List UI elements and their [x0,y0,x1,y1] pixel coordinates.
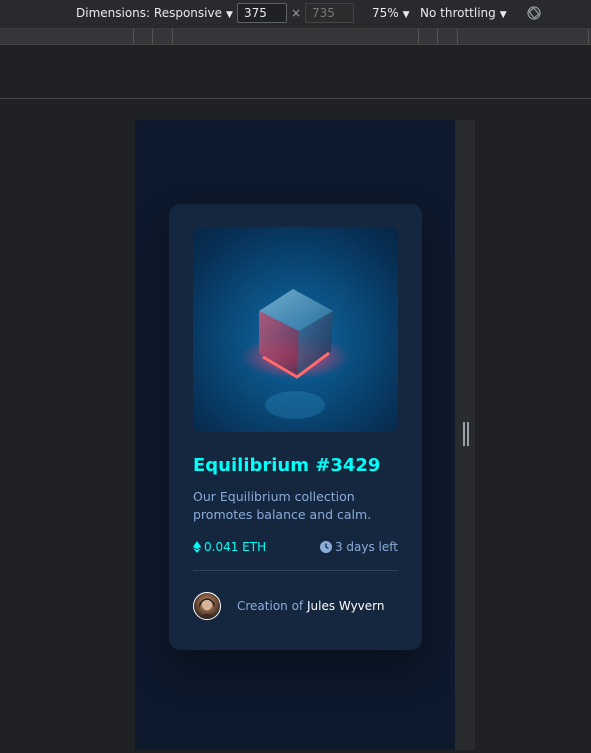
caret-down-icon: ▼ [225,10,233,20]
avatar [193,592,221,620]
media-query-ruler [0,29,591,45]
height-input[interactable] [305,3,354,23]
clock-icon [319,541,332,553]
creator-text: Creation of Jules Wyvern [237,599,384,613]
ethereum-icon [193,541,201,553]
ruler-segment[interactable] [153,29,173,44]
card-description: Our Equilibrium collection promotes bala… [193,489,372,522]
time-left-value: 3 days left [334,540,398,554]
nft-image[interactable] [193,227,398,432]
nft-card: Equilibrium #3429 Our Equilibrium collec… [169,204,422,650]
zoom-dropdown[interactable]: 75% ▼ [372,6,410,20]
width-input[interactable] [237,3,287,23]
price-value: 0.041 ETH [204,540,267,554]
time-left: 3 days left [319,540,398,554]
throttling-label: No throttling [420,6,496,20]
ruler-segment[interactable] [438,29,458,44]
rotate-icon[interactable] [527,6,541,20]
ruler-segment[interactable] [134,29,153,44]
dimensions-label: Dimensions: Responsive [76,6,222,20]
device-viewport: Equilibrium #3429 Our Equilibrium collec… [135,120,455,750]
zoom-label: 75% [372,6,399,20]
price: 0.041 ETH [193,540,266,554]
ruler-segment[interactable] [173,29,419,44]
creator-prefix: Creation of [237,599,304,613]
resize-handle[interactable] [463,422,469,446]
ruler-segment[interactable] [0,29,134,44]
ruler-segment[interactable] [458,29,589,44]
divider [193,570,398,571]
creator-name-link[interactable]: Jules Wyvern [307,599,385,613]
dimensions-dropdown[interactable]: Dimensions: Responsive ▼ [76,6,233,20]
times-sign: × [291,6,302,20]
ruler-spacer [0,45,591,99]
ruler-segment[interactable] [419,29,438,44]
device-toolbar: Dimensions: Responsive▼ × 75%▼ No thrott… [0,0,591,29]
card-stats: 0.041 ETH 3 days left [193,540,398,558]
creator: Creation of Jules Wyvern [193,592,398,624]
card-title[interactable]: Equilibrium #3429 [193,455,380,476]
caret-down-icon: ▼ [499,10,507,20]
throttling-dropdown[interactable]: No throttling ▼ [420,6,507,20]
caret-down-icon: ▼ [402,10,410,20]
